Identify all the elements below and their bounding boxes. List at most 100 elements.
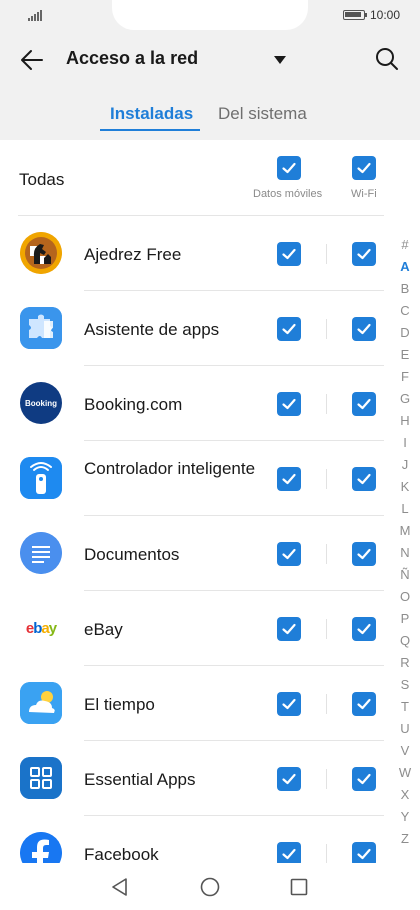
alphabet-letter[interactable]: I: [396, 432, 414, 454]
alphabet-letter[interactable]: Ñ: [396, 564, 414, 586]
wifi-column-label: Wi-Fi: [351, 188, 377, 200]
alphabet-letter[interactable]: F: [396, 366, 414, 388]
list-item: Facebook: [0, 816, 420, 863]
app-list[interactable]: Ajedrez Free Asistente de apps Booking B…: [0, 216, 420, 863]
list-item: Asistente de apps: [0, 291, 420, 366]
document-icon: [20, 532, 62, 574]
nav-recents-button[interactable]: [287, 875, 311, 899]
check-icon: [282, 473, 296, 485]
alphabet-letter[interactable]: B: [396, 278, 414, 300]
mobile-data-checkbox[interactable]: [277, 842, 301, 863]
page-title[interactable]: Acceso a la red: [66, 48, 198, 69]
check-icon: [357, 773, 371, 785]
mobile-data-checkbox[interactable]: [277, 317, 301, 341]
mobile-data-checkbox[interactable]: [277, 242, 301, 266]
alphabet-letter[interactable]: L: [396, 498, 414, 520]
alphabet-letter[interactable]: Q: [396, 630, 414, 652]
alphabet-letter[interactable]: #: [396, 234, 414, 256]
alphabet-letter[interactable]: K: [396, 476, 414, 498]
app-name: Ajedrez Free: [84, 245, 182, 264]
ebay-logo-icon: ebay: [20, 607, 62, 649]
alphabet-letter[interactable]: T: [396, 696, 414, 718]
grid-apps-icon: [20, 757, 62, 799]
dropdown-button[interactable]: [272, 52, 288, 68]
select-all-wifi-checkbox[interactable]: [352, 156, 376, 180]
alphabet-letter[interactable]: J: [396, 454, 414, 476]
camera-notch: [112, 0, 308, 30]
alphabet-letter[interactable]: D: [396, 322, 414, 344]
alphabet-letter[interactable]: U: [396, 718, 414, 740]
check-icon: [282, 162, 296, 174]
check-icon: [282, 698, 296, 710]
wifi-checkbox[interactable]: [352, 317, 376, 341]
app-name: Asistente de apps: [84, 320, 220, 339]
select-all-row: Todas Datos móviles Wi-Fi: [0, 140, 420, 216]
facebook-logo-icon: [20, 832, 62, 863]
check-icon: [282, 323, 296, 335]
app-name: Controlador inteligente: [84, 459, 256, 478]
alphabet-letter[interactable]: H: [396, 410, 414, 432]
search-button[interactable]: [372, 44, 402, 74]
check-icon: [282, 623, 296, 635]
check-icon: [357, 323, 371, 335]
alphabet-letter[interactable]: O: [396, 586, 414, 608]
alphabet-letter[interactable]: Z: [396, 828, 414, 850]
back-button[interactable]: [16, 44, 48, 76]
wifi-checkbox[interactable]: [352, 692, 376, 716]
status-time: 10:00: [370, 8, 401, 22]
alphabet-letter[interactable]: S: [396, 674, 414, 696]
select-all-mobile-checkbox[interactable]: [277, 156, 301, 180]
active-tab-indicator: [100, 129, 200, 131]
mobile-data-checkbox[interactable]: [277, 767, 301, 791]
mobile-data-checkbox[interactable]: [277, 692, 301, 716]
wifi-checkbox[interactable]: [352, 842, 376, 863]
list-item: Controlador inteligente: [0, 441, 420, 516]
app-name: Documentos: [84, 545, 180, 564]
mobile-data-checkbox[interactable]: [277, 617, 301, 641]
tab-system[interactable]: Del sistema: [218, 104, 307, 124]
alphabet-letter[interactable]: C: [396, 300, 414, 322]
alphabet-letter[interactable]: N: [396, 542, 414, 564]
mobile-data-checkbox[interactable]: [277, 392, 301, 416]
alphabet-letter[interactable]: G: [396, 388, 414, 410]
check-icon: [282, 773, 296, 785]
app-name: Facebook: [84, 845, 159, 863]
alphabet-letter[interactable]: Y: [396, 806, 414, 828]
app-name: Essential Apps: [84, 770, 196, 789]
alphabet-letter[interactable]: P: [396, 608, 414, 630]
alphabet-letter[interactable]: M: [396, 520, 414, 542]
list-item: Essential Apps: [0, 741, 420, 816]
caret-down-icon: [274, 56, 286, 64]
check-icon: [357, 248, 371, 260]
wifi-checkbox[interactable]: [352, 242, 376, 266]
navigation-bar: [0, 863, 420, 910]
alphabet-letter[interactable]: V: [396, 740, 414, 762]
alphabet-letter[interactable]: W: [396, 762, 414, 784]
app-name: El tiempo: [84, 695, 155, 714]
list-item: Ajedrez Free: [0, 216, 420, 291]
nav-back-button[interactable]: [108, 875, 132, 899]
alphabet-letter[interactable]: E: [396, 344, 414, 366]
check-icon: [357, 398, 371, 410]
wifi-checkbox[interactable]: [352, 617, 376, 641]
battery-icon: [343, 10, 365, 20]
wifi-checkbox[interactable]: [352, 467, 376, 491]
mobile-data-column-label: Datos móviles: [253, 188, 323, 200]
wifi-checkbox[interactable]: [352, 767, 376, 791]
wifi-checkbox[interactable]: [352, 392, 376, 416]
circle-home-icon: [200, 877, 220, 897]
check-icon: [282, 398, 296, 410]
nav-home-button[interactable]: [198, 875, 222, 899]
mobile-data-checkbox[interactable]: [277, 467, 301, 491]
app-name: Booking.com: [84, 395, 183, 414]
wifi-checkbox[interactable]: [352, 542, 376, 566]
alphabet-letter[interactable]: A: [396, 256, 414, 278]
mobile-data-checkbox[interactable]: [277, 542, 301, 566]
alphabet-letter[interactable]: X: [396, 784, 414, 806]
check-icon: [282, 248, 296, 260]
tab-installed[interactable]: Instaladas: [110, 104, 193, 124]
chess-icon: [20, 232, 62, 274]
alphabet-index[interactable]: # A B C D E F G H I J K L M N Ñ O P Q R S T U V W X Y Z: [396, 234, 414, 850]
alphabet-letter[interactable]: R: [396, 652, 414, 674]
check-icon: [357, 623, 371, 635]
